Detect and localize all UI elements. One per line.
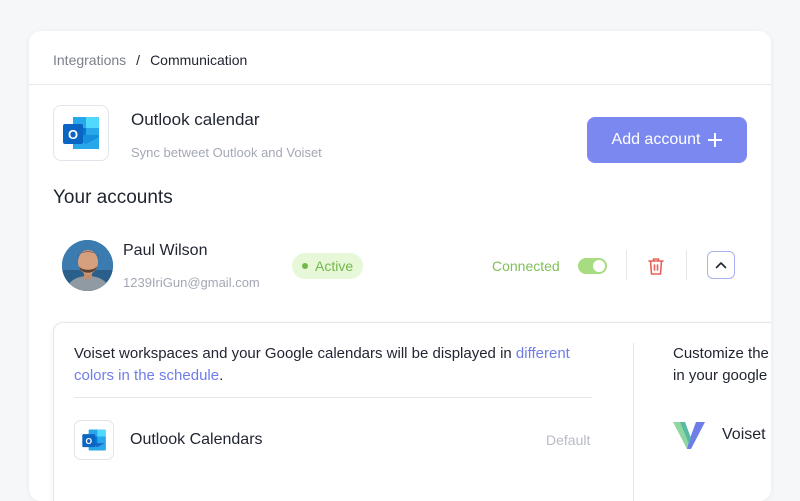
voiset-logo-graphic — [673, 422, 705, 449]
collapse-button[interactable] — [707, 251, 735, 279]
panel-divider — [74, 397, 592, 398]
accounts-section-title: Your accounts — [53, 187, 173, 208]
description-suffix: . — [219, 367, 224, 384]
status-label: Active — [315, 258, 354, 274]
action-divider — [626, 250, 627, 280]
plus-icon — [708, 133, 723, 147]
breadcrumb: Integrations / Communication — [53, 52, 247, 68]
integration-card: Integrations / Communication O Outlook c… — [29, 31, 771, 501]
customize-line-2: in your google — [673, 367, 768, 384]
description-text: Voiset workspaces and your Google calend… — [74, 345, 512, 362]
delete-account-button[interactable] — [647, 256, 665, 276]
voiset-logo-icon — [672, 419, 706, 451]
calendar-colors-description: Voiset workspaces and your Google calend… — [74, 343, 594, 387]
panel-column-divider — [633, 343, 634, 501]
outlook-icon: O — [63, 117, 99, 149]
customize-line-1: Customize the — [673, 345, 769, 362]
voiset-app-name: Voiset — [722, 426, 766, 443]
toggle-knob — [593, 260, 605, 272]
status-badge: Active — [292, 253, 364, 279]
account-email: 1239IriGun@gmail.com — [123, 275, 260, 290]
action-divider — [686, 250, 687, 280]
account-name: Paul Wilson — [123, 242, 208, 259]
calendar-title: Outlook Calendars — [130, 431, 263, 448]
svg-text:O: O — [68, 127, 78, 142]
calendar-logo: O — [74, 420, 114, 460]
account-details-panel: Voiset workspaces and your Google calend… — [53, 322, 771, 501]
breadcrumb-item-communication: Communication — [150, 52, 248, 68]
avatar — [62, 240, 113, 291]
integration-logo: O — [53, 105, 109, 161]
outlook-icon: O — [82, 429, 106, 451]
user-photo — [62, 240, 113, 291]
trash-icon — [648, 258, 664, 275]
integration-subtitle: Sync betweet Outlook and Voiset — [131, 145, 322, 160]
breadcrumb-item-integrations[interactable]: Integrations — [53, 52, 126, 68]
connection-toggle[interactable] — [578, 258, 607, 274]
add-account-label: Add account — [611, 131, 701, 148]
chevron-up-icon — [715, 262, 727, 269]
connection-label: Connected — [492, 258, 560, 274]
svg-text:O: O — [86, 436, 93, 446]
integration-title: Outlook calendar — [131, 110, 260, 129]
breadcrumb-separator: / — [136, 52, 141, 68]
default-label: Default — [546, 432, 591, 448]
header-divider — [29, 84, 771, 85]
add-account-button[interactable]: Add account — [587, 117, 747, 163]
customize-description: Customize the in your google — [673, 343, 771, 387]
status-dot-icon — [302, 263, 308, 269]
